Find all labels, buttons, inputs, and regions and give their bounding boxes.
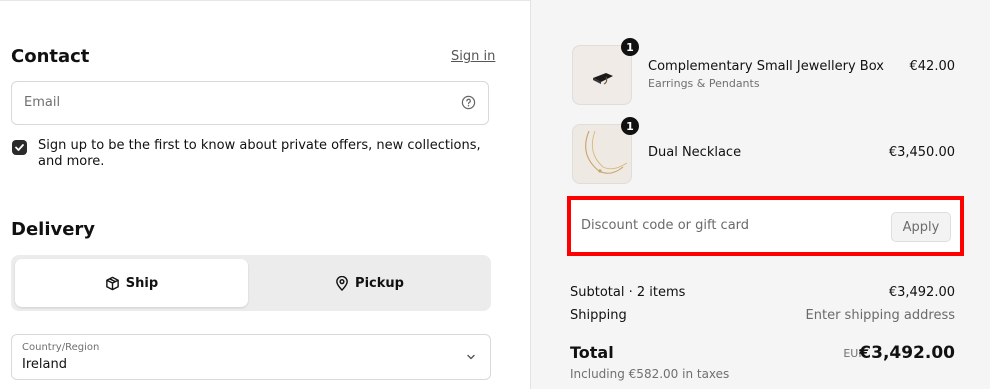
product-thumbnail: 1: [572, 117, 639, 184]
country-select[interactable]: Country/Region Ireland: [11, 334, 491, 380]
necklace-icon: [573, 125, 631, 183]
delivery-heading: Delivery: [11, 219, 96, 240]
checkmark-icon: [15, 144, 24, 151]
newsletter-label: Sign up to be the first to know about pr…: [38, 138, 481, 169]
location-pin-icon: [336, 275, 348, 291]
product-thumbnail: 1: [572, 38, 639, 105]
package-icon: [105, 276, 119, 290]
product-variant: Earrings & Pendants: [648, 77, 760, 90]
product-price: €42.00: [909, 59, 956, 74]
email-placeholder: Email: [24, 95, 61, 110]
quantity-badge: 1: [621, 117, 639, 135]
product-name: Complementary Small Jewellery Box: [648, 59, 884, 74]
ship-label: Ship: [125, 275, 159, 291]
total-value: €3,492.00: [859, 343, 955, 363]
contact-heading: Contact: [11, 46, 90, 67]
newsletter-checkbox[interactable]: [12, 140, 27, 155]
help-icon[interactable]: [461, 95, 476, 110]
quantity-badge: 1: [621, 38, 639, 56]
subtotal-label: Subtotal · 2 items: [570, 285, 686, 300]
subtotal-value: €3,492.00: [888, 285, 955, 300]
country-label: Country/Region: [22, 342, 100, 353]
product-price: €3,450.00: [888, 145, 955, 160]
order-summary: 1 Complementary Small Jewellery Box Earr…: [530, 0, 990, 389]
chevron-down-icon: [467, 354, 475, 360]
shipping-value: Enter shipping address: [805, 308, 955, 323]
delivery-method-toggle: Ship Pickup: [11, 255, 491, 311]
ship-option[interactable]: Ship: [15, 259, 248, 307]
checkout-form: Contact Sign in Email Sign up to be the …: [0, 0, 530, 390]
product-name: Dual Necklace: [648, 145, 742, 160]
highlight-box: [567, 196, 964, 256]
shipping-label: Shipping: [570, 308, 627, 323]
total-label: Total: [570, 343, 614, 362]
pickup-label: Pickup: [355, 275, 404, 291]
email-field[interactable]: Email: [11, 81, 489, 125]
taxes-note: Including €582.00 in taxes: [570, 367, 730, 381]
jewellery-box-icon: [573, 46, 631, 104]
pickup-option[interactable]: Pickup: [252, 259, 487, 307]
country-value: Ireland: [22, 357, 67, 372]
sign-in-link[interactable]: Sign in: [451, 49, 495, 64]
